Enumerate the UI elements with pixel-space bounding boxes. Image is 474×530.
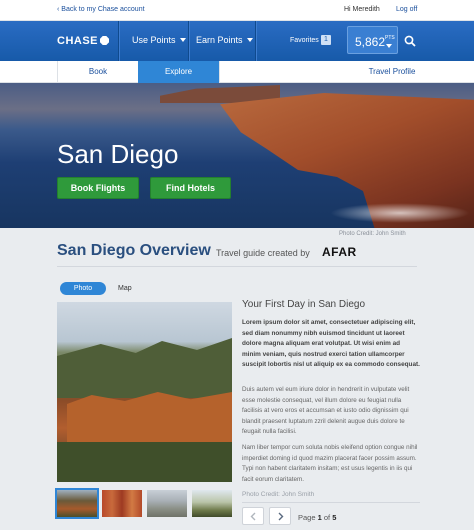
earn-points-menu[interactable]: Earn Points — [196, 35, 253, 45]
overview-title: San Diego Overview — [57, 242, 211, 259]
map-toggle[interactable]: Map — [118, 285, 132, 292]
points-unit: PTS — [385, 35, 395, 41]
thumbnail-2[interactable] — [102, 490, 142, 517]
points-value: 5,862 — [355, 35, 386, 49]
tab-bar: Book Explore Travel Profile — [0, 61, 474, 83]
previous-page-button[interactable] — [242, 507, 264, 525]
chevron-right-icon — [278, 512, 284, 521]
article-paragraph: Nam liber tempor cum soluta nobis eleife… — [242, 444, 418, 483]
tab-explore[interactable]: Explore — [138, 61, 219, 83]
tab-divider — [219, 61, 220, 83]
chase-logo[interactable]: CHASE — [57, 35, 110, 47]
city-title: San Diego — [57, 139, 179, 169]
hero-foam — [330, 203, 470, 223]
thumbnail-1[interactable] — [55, 488, 99, 519]
photo-brush — [57, 442, 232, 482]
afar-logo[interactable]: AFAR — [322, 245, 357, 259]
article-heading: Your First Day in San Diego — [242, 299, 366, 310]
next-page-button[interactable] — [269, 507, 291, 525]
favorites-count-badge: 1 — [321, 35, 331, 45]
find-hotels-button[interactable]: Find Hotels — [150, 177, 231, 199]
use-points-menu[interactable]: Use Points — [132, 35, 186, 45]
hero-banner: San Diego Book Flights Find Hotels — [0, 83, 474, 228]
greeting: Hi Meredith — [344, 6, 380, 13]
logout-link[interactable]: Log off — [396, 6, 417, 13]
back-to-account-link[interactable]: ‹ Back to my Chase account — [57, 6, 145, 13]
page-indicator: Page 1 of 5 — [298, 513, 337, 522]
nav-divider — [188, 21, 189, 61]
search-icon[interactable] — [404, 35, 416, 47]
article-paragraph: Duis autem vel eum iriure dolor in hendr… — [242, 386, 410, 435]
main-photo — [57, 302, 232, 482]
chase-octagon-icon — [100, 36, 110, 45]
divider — [57, 266, 417, 267]
chevron-down-icon — [179, 38, 186, 42]
tab-book[interactable]: Book — [58, 61, 138, 83]
tab-travel-profile[interactable]: Travel Profile — [330, 61, 454, 83]
chevron-down-icon — [386, 44, 392, 48]
book-flights-button[interactable]: Book Flights — [57, 177, 139, 199]
nav-divider — [255, 21, 256, 61]
main-nav: CHASE Use Points Earn Points Favorites 1… — [0, 21, 474, 61]
chevron-left-icon — [250, 512, 256, 521]
utility-bar: ‹ Back to my Chase account Hi Meredith L… — [0, 0, 474, 21]
divider — [242, 502, 420, 503]
overview-subtitle: Travel guide created by — [216, 248, 310, 258]
hero-photo-credit: Photo Credit: John Smith — [339, 231, 406, 237]
article-photo-credit: Photo Credit: John Smith — [242, 491, 315, 498]
photo-toggle[interactable]: Photo — [60, 282, 106, 295]
chevron-down-icon — [246, 38, 253, 42]
thumbnail-4[interactable] — [192, 490, 232, 517]
points-balance-button[interactable]: 5,862 PTS — [347, 26, 398, 54]
favorites-link[interactable]: Favorites — [290, 37, 319, 44]
photo-ridge — [57, 338, 232, 398]
thumbnail-3[interactable] — [147, 490, 187, 517]
nav-divider — [118, 21, 119, 61]
article-lead: Lorem ipsum dolor sit amet, consectetuer… — [242, 319, 420, 368]
